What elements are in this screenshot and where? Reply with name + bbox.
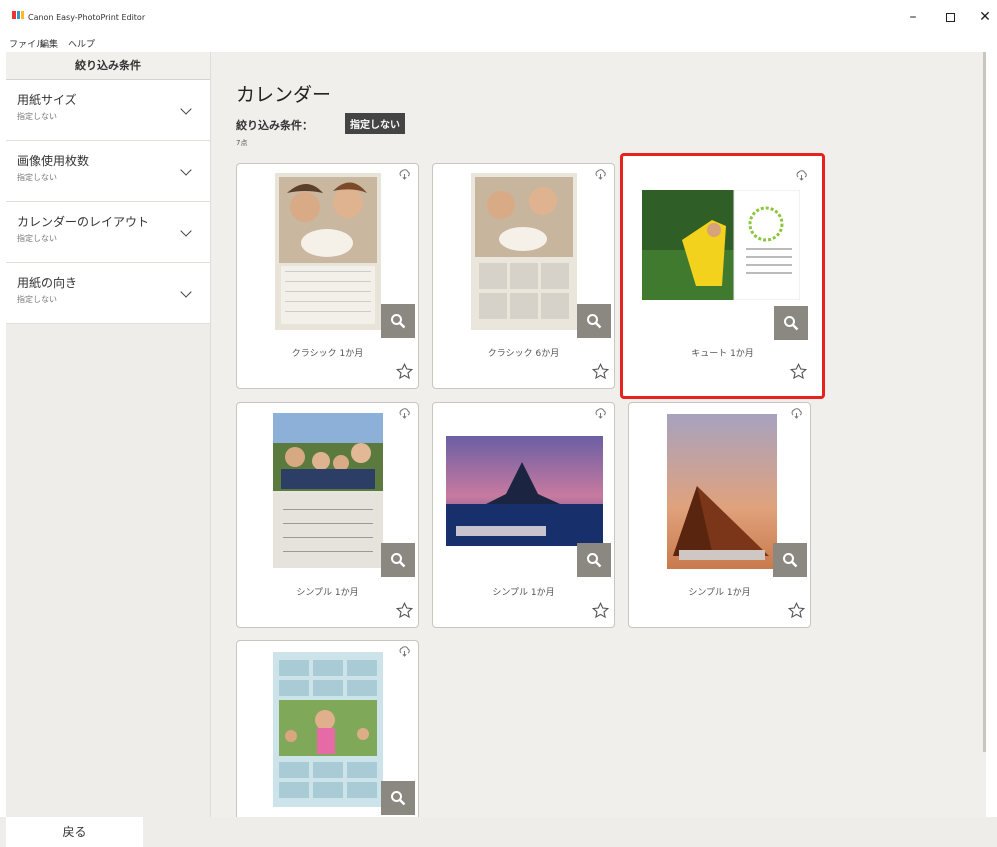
cloud-download-icon: [399, 408, 410, 419]
filter-title: カレンダーのレイアウト: [17, 215, 150, 229]
menu-bar: ファイル 編集 ヘルプ: [0, 32, 997, 50]
menu-edit[interactable]: 編集: [40, 37, 58, 50]
template-thumbnail: [275, 173, 381, 330]
filter-value: 指定しない: [17, 234, 57, 243]
vertical-scrollbar[interactable]: [978, 52, 986, 817]
magnifier-icon: [587, 553, 602, 568]
template-card[interactable]: シンプル 1か月: [432, 402, 615, 628]
magnifier-icon: [587, 314, 602, 329]
zoom-button[interactable]: [381, 781, 415, 815]
filter-condition-label: 絞り込み条件：: [236, 119, 313, 132]
template-label: キュート 1か月: [691, 349, 754, 359]
minimize-button[interactable]: –: [903, 8, 923, 26]
template-card[interactable]: クラシック 6か月: [432, 163, 615, 389]
scrollbar-thumb[interactable]: [983, 52, 986, 752]
zoom-button[interactable]: [381, 304, 415, 338]
template-label: クラシック 1か月: [291, 349, 364, 359]
zoom-button[interactable]: [577, 304, 611, 338]
filter-title: 用紙の向き: [17, 276, 78, 290]
template-thumbnail: [642, 190, 800, 300]
magnifier-icon: [391, 314, 406, 329]
app-icon: [12, 11, 24, 19]
zoom-button[interactable]: [774, 306, 808, 340]
star-icon[interactable]: [396, 602, 413, 619]
template-thumbnail: [273, 413, 383, 568]
template-label: シンプル 1か月: [688, 588, 751, 598]
magnifier-icon: [391, 553, 406, 568]
page-title: カレンダー: [236, 84, 332, 106]
star-icon[interactable]: [396, 363, 413, 380]
close-button[interactable]: ✕: [975, 8, 995, 26]
filter-paper-size[interactable]: 用紙サイズ 指定しない: [6, 80, 210, 141]
template-label: クラシック 6か月: [487, 349, 560, 359]
template-card[interactable]: シンプル 1か月: [628, 402, 811, 628]
cloud-download-icon: [796, 170, 807, 181]
bottom-bar: 戻る: [0, 817, 997, 847]
zoom-button[interactable]: [773, 543, 807, 577]
filter-title: 画像使用枚数: [17, 154, 90, 168]
template-card[interactable]: シンプル 1か月: [236, 402, 419, 628]
window-title: Canon Easy-PhotoPrint Editor: [28, 13, 146, 22]
zoom-button[interactable]: [381, 543, 415, 577]
template-label: シンプル 1か月: [296, 588, 359, 598]
template-area: カレンダー 絞り込み条件： 指定しない 7点 クラシック 1か月 クラシック 6…: [211, 52, 986, 817]
sidebar-header: 絞り込み条件: [6, 52, 210, 80]
menu-help[interactable]: ヘルプ: [68, 37, 95, 50]
star-icon[interactable]: [790, 363, 807, 380]
star-icon[interactable]: [788, 602, 805, 619]
template-card[interactable]: [236, 640, 419, 817]
filter-title: 用紙サイズ: [17, 93, 77, 107]
back-button[interactable]: 戻る: [6, 817, 143, 847]
title-bar: Canon Easy-PhotoPrint Editor – ✕: [0, 0, 997, 32]
cloud-download-icon: [399, 169, 410, 180]
filter-sidebar: 絞り込み条件 用紙サイズ 指定しない 画像使用枚数 指定しない カレンダーのレイ…: [6, 52, 211, 817]
maximize-button[interactable]: [940, 8, 960, 26]
filter-calendar-layout[interactable]: カレンダーのレイアウト 指定しない: [6, 202, 210, 263]
template-thumbnail: [273, 652, 383, 807]
star-icon[interactable]: [592, 602, 609, 619]
magnifier-icon: [783, 553, 798, 568]
filter-condition-badge: 指定しない: [345, 113, 405, 134]
filter-value: 指定しない: [17, 112, 57, 121]
template-card-selected[interactable]: キュート 1か月: [620, 153, 825, 399]
star-icon[interactable]: [592, 363, 609, 380]
template-thumbnail: [446, 436, 603, 546]
filter-image-count[interactable]: 画像使用枚数 指定しない: [6, 141, 210, 202]
cloud-download-icon: [595, 408, 606, 419]
template-thumbnail: [667, 414, 777, 569]
filter-orientation[interactable]: 用紙の向き 指定しない: [6, 263, 210, 324]
cloud-download-icon: [595, 169, 606, 180]
zoom-button[interactable]: [577, 543, 611, 577]
maximize-icon: [945, 12, 955, 22]
filter-value: 指定しない: [17, 173, 57, 182]
cloud-download-icon: [791, 408, 802, 419]
cloud-download-icon: [399, 646, 410, 657]
template-label: シンプル 1か月: [492, 588, 555, 598]
template-card[interactable]: クラシック 1か月: [236, 163, 419, 389]
magnifier-icon: [784, 316, 799, 331]
magnifier-icon: [391, 791, 406, 806]
result-count: 7点: [236, 139, 248, 147]
filter-value: 指定しない: [17, 295, 57, 304]
template-thumbnail: [471, 173, 577, 330]
